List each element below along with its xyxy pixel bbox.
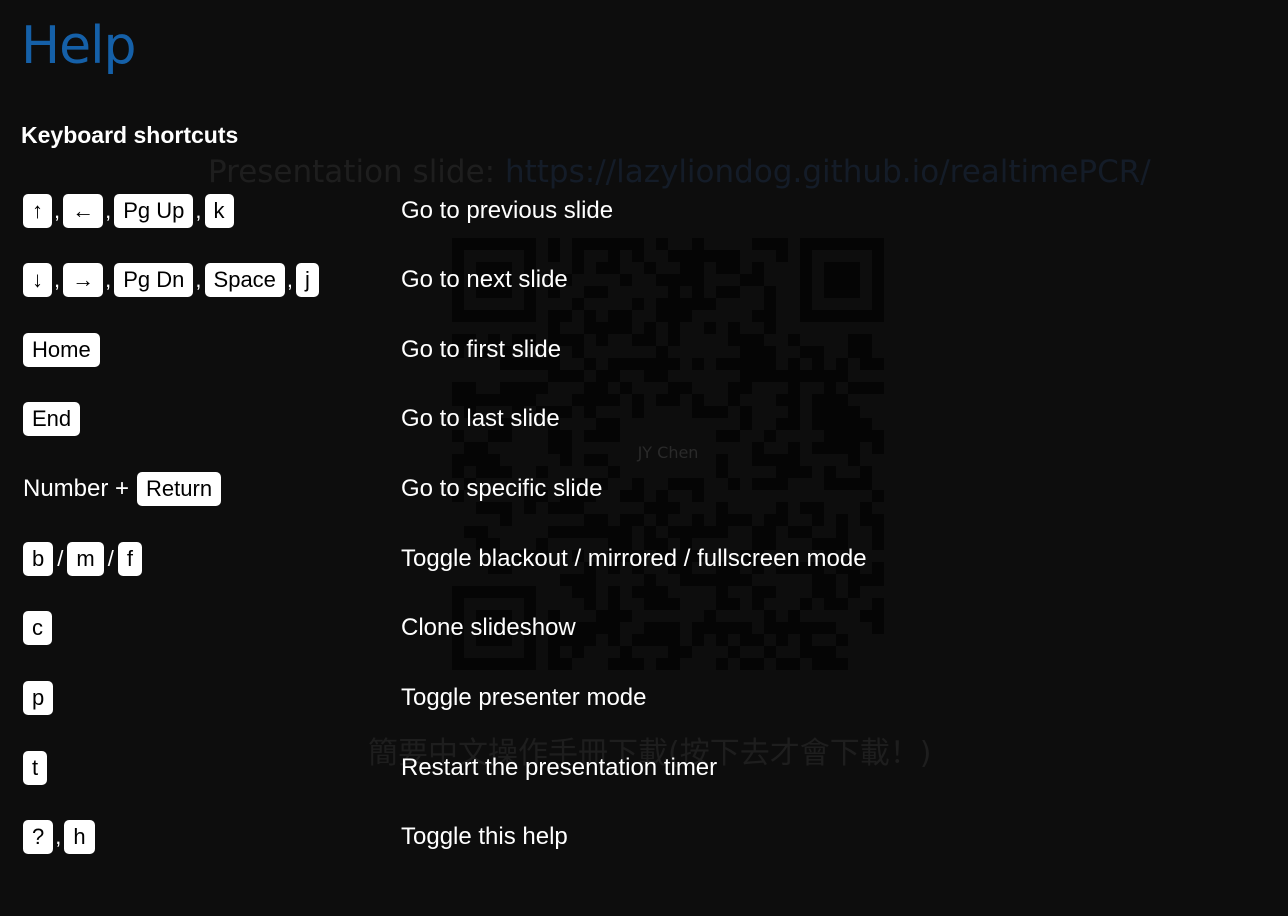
key-separator: , — [195, 267, 202, 292]
key-b: b — [23, 542, 54, 576]
key-t: t — [23, 751, 48, 785]
key-separator: , — [195, 198, 202, 223]
key-return: Return — [137, 472, 222, 506]
help-title: Help — [21, 16, 137, 76]
shortcut-row-restart-timer: t Restart the presentation timer — [0, 750, 1288, 786]
shortcut-description: Go to specific slide — [401, 475, 603, 502]
help-overlay: Help Keyboard shortcuts ↑, ←, Pg Up, k G… — [0, 0, 1288, 916]
shortcut-description: Go to next slide — [401, 266, 568, 293]
key-left-arrow: ← — [63, 194, 104, 228]
shortcut-row-specific-slide: Number + Return Go to specific slide — [0, 471, 1288, 507]
key-slash-separator: / — [57, 546, 64, 571]
shortcut-row-last-slide: End Go to last slide — [0, 401, 1288, 437]
key-page-down: Pg Dn — [114, 263, 194, 297]
key-home: Home — [23, 333, 100, 367]
shortcut-keys: ?, h — [23, 819, 95, 855]
shortcut-description: Toggle blackout / mirrored / fullscreen … — [401, 545, 867, 572]
shortcut-description: Go to previous slide — [401, 197, 614, 224]
shortcut-row-presenter-mode: p Toggle presenter mode — [0, 680, 1288, 716]
key-space: Space — [204, 263, 285, 297]
key-m: m — [67, 542, 104, 576]
shortcut-keys: p — [23, 680, 54, 716]
key-page-up: Pg Up — [114, 194, 194, 228]
key-separator: , — [105, 267, 112, 292]
key-slash-separator: / — [107, 546, 114, 571]
shortcut-keys: ↑, ←, Pg Up, k — [23, 193, 234, 229]
key-h: h — [64, 820, 95, 854]
key-number-prefix: Number + — [23, 475, 130, 502]
shortcut-keys: End — [23, 401, 81, 437]
shortcut-description: Go to first slide — [401, 336, 562, 363]
shortcut-row-previous-slide: ↑, ←, Pg Up, k Go to previous slide — [0, 193, 1288, 229]
key-k: k — [204, 194, 234, 228]
shortcut-description: Toggle this help — [401, 823, 568, 850]
shortcut-row-toggle-help: ?, h Toggle this help — [0, 819, 1288, 855]
shortcut-keys: Number + Return — [23, 471, 222, 507]
shortcut-keys: t — [23, 750, 48, 786]
key-f: f — [117, 542, 142, 576]
key-right-arrow: → — [63, 263, 104, 297]
key-down-arrow: ↓ — [23, 263, 52, 297]
key-separator: , — [54, 198, 61, 223]
key-separator: , — [105, 198, 112, 223]
shortcut-row-clone-slideshow: c Clone slideshow — [0, 610, 1288, 646]
key-question-mark: ? — [23, 820, 54, 854]
key-p: p — [23, 681, 54, 715]
key-separator: , — [286, 267, 294, 292]
shortcut-description: Restart the presentation timer — [401, 754, 718, 781]
shortcut-keys: c — [23, 610, 52, 646]
key-separator: , — [55, 824, 62, 849]
key-end: End — [23, 402, 81, 436]
shortcut-description: Toggle presenter mode — [401, 684, 647, 711]
key-c: c — [23, 611, 52, 645]
help-subtitle: Keyboard shortcuts — [21, 122, 239, 148]
shortcut-row-next-slide: ↓, →, Pg Dn, Space, j Go to next slide — [0, 262, 1288, 298]
key-j: j — [296, 263, 319, 297]
shortcut-description: Go to last slide — [401, 405, 560, 432]
key-separator: , — [54, 267, 61, 292]
key-up-arrow: ↑ — [23, 194, 52, 228]
shortcut-keys: ↓, →, Pg Dn, Space, j — [23, 262, 319, 298]
shortcut-row-first-slide: Home Go to first slide — [0, 332, 1288, 368]
shortcut-description: Clone slideshow — [401, 614, 576, 641]
shortcut-keys: Home — [23, 332, 100, 368]
shortcut-keys: b / m / f — [23, 541, 142, 577]
shortcut-row-toggle-modes: b / m / f Toggle blackout / mirrored / ful… — [0, 541, 1288, 577]
